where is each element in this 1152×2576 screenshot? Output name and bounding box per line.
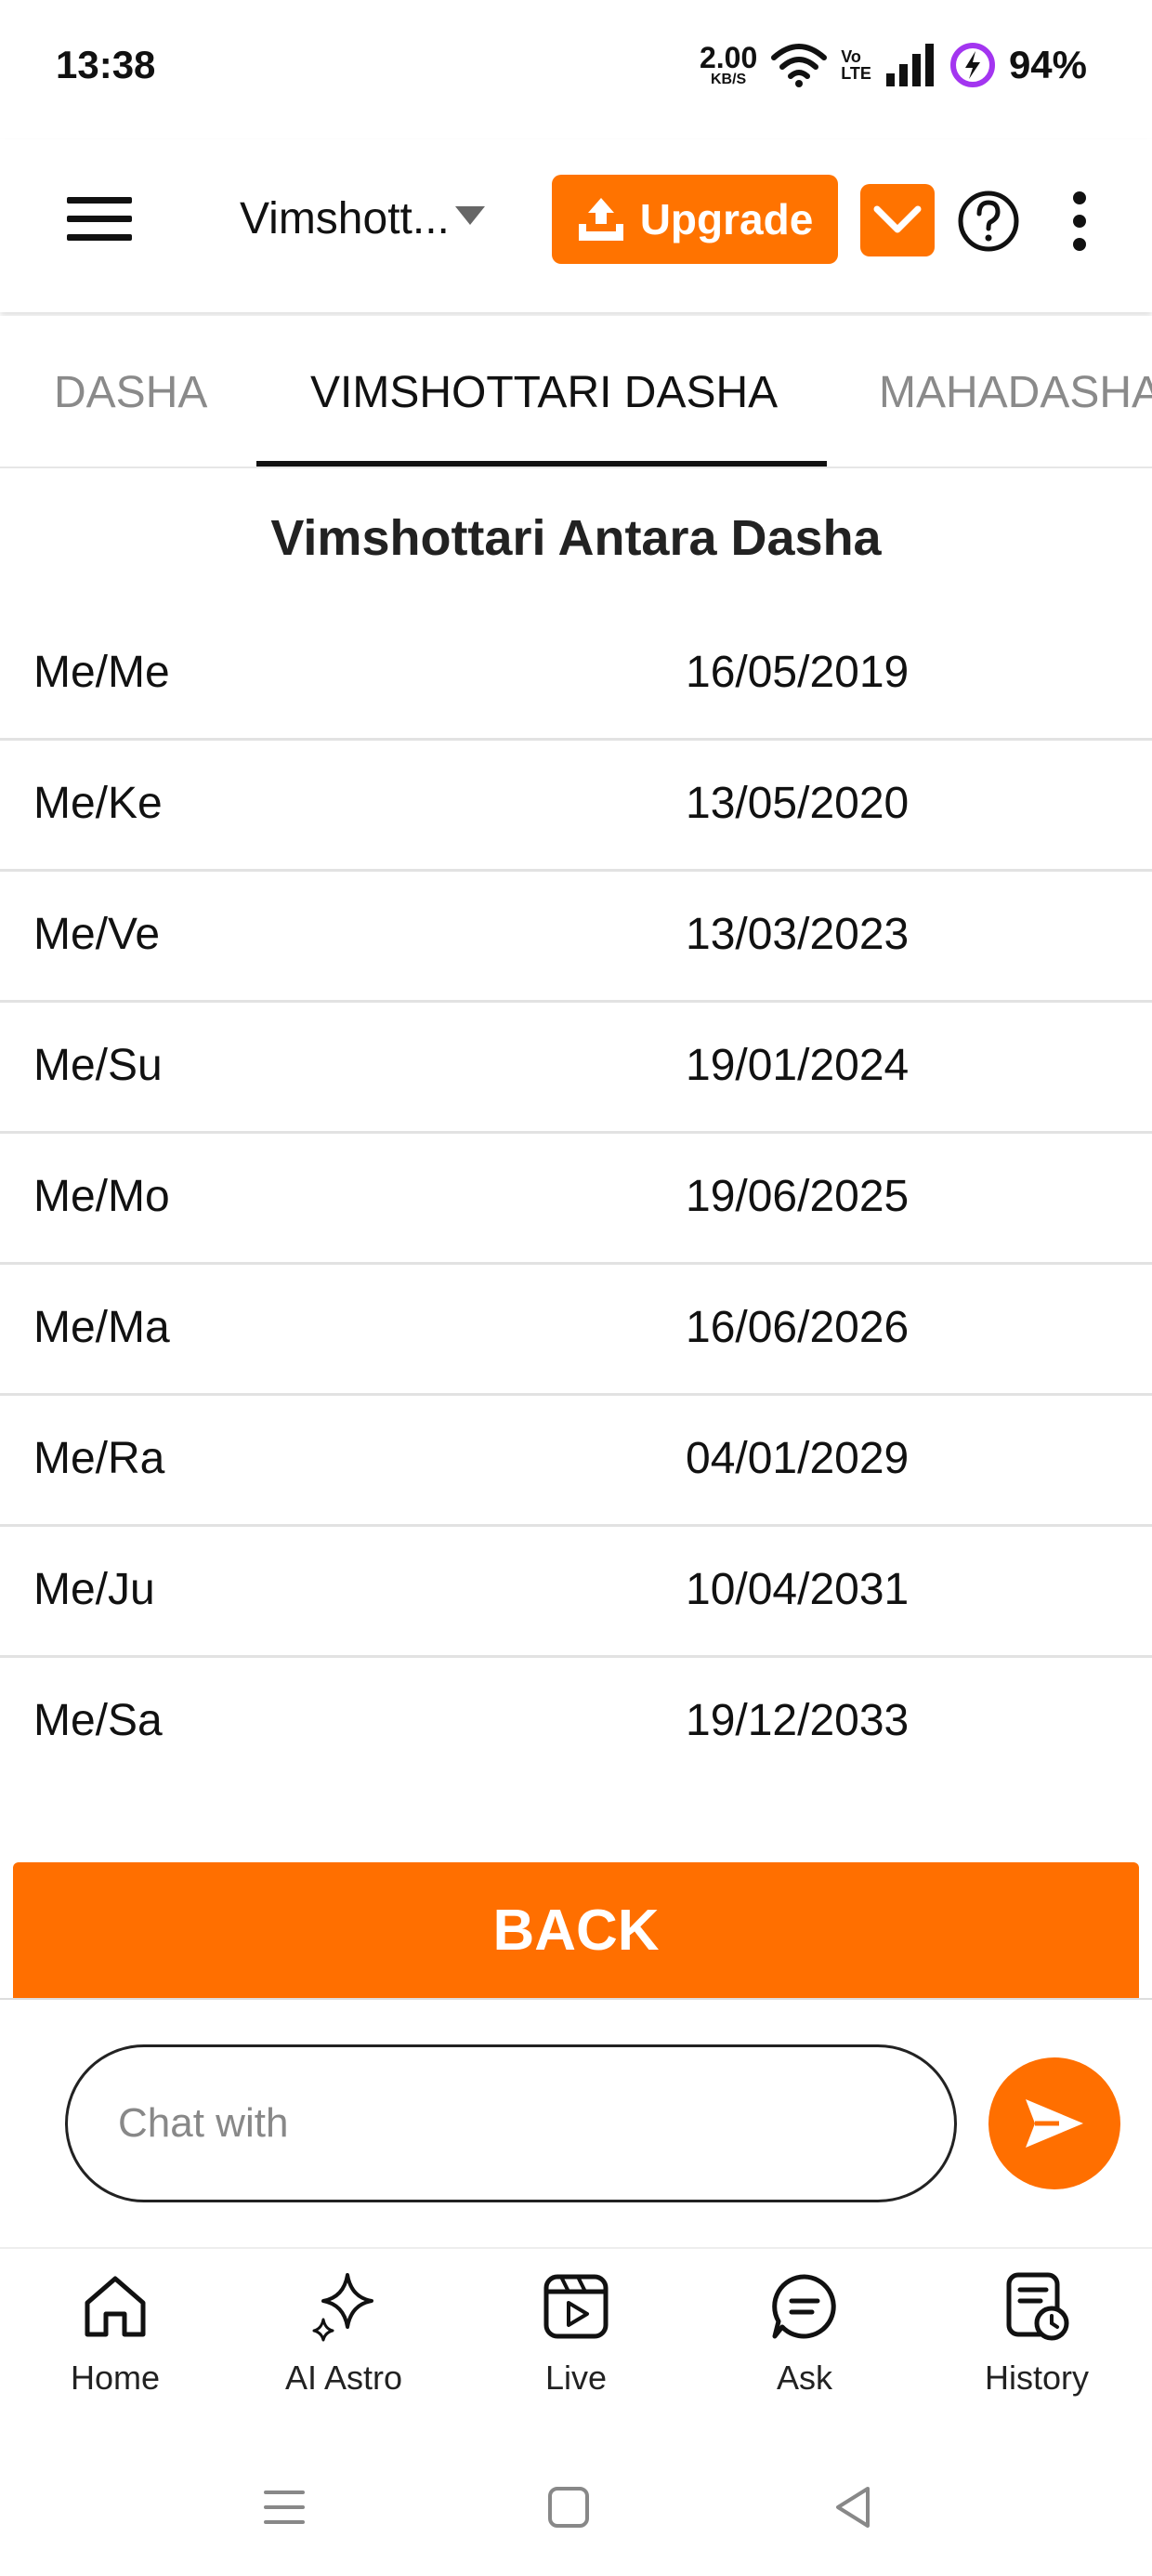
bottom-nav: Home AI Astro Live Ask History xyxy=(0,2251,1152,2437)
upload-tray-icon xyxy=(578,198,623,241)
row-planet: Me/Ke xyxy=(33,779,163,828)
tab-vimshottari-dasha[interactable]: VIMSHOTTARI DASHA xyxy=(310,316,778,467)
row-date: 19/01/2024 xyxy=(686,1041,910,1090)
list-item: Me/Su 19/01/2024 xyxy=(0,1003,1152,1134)
upgrade-label: Upgrade xyxy=(639,195,814,243)
row-date: 19/12/2033 xyxy=(686,1696,910,1745)
volte-indicator: Vo LTE xyxy=(841,48,871,82)
more-options-icon[interactable] xyxy=(1068,191,1091,251)
row-planet: Me/Ma xyxy=(33,1303,170,1352)
chat-input[interactable] xyxy=(65,2044,957,2202)
nav-home-label: Home xyxy=(70,2359,161,2397)
tab-mahadasha[interactable]: MAHADASHA xyxy=(879,316,1152,467)
list-item: Me/Ra 04/01/2029 xyxy=(0,1396,1152,1527)
wifi-icon xyxy=(771,44,828,87)
list-item: Me/Ju 10/04/2031 xyxy=(0,1527,1152,1658)
row-date: 04/01/2029 xyxy=(686,1434,910,1483)
network-speed-value: 2.00 xyxy=(699,41,758,74)
send-button[interactable] xyxy=(988,2057,1120,2189)
chat-area xyxy=(0,1998,1152,2249)
row-planet: Me/Mo xyxy=(33,1172,170,1221)
expand-button[interactable] xyxy=(860,184,935,256)
list-item: Me/Me 16/05/2019 xyxy=(0,610,1152,741)
status-icons: 2.00 KB/S Vo LTE 94% xyxy=(700,37,1087,93)
section-title: Vimshottari Antara Dasha xyxy=(270,510,882,566)
active-tab-indicator xyxy=(256,461,827,467)
status-time: 13:38 xyxy=(56,43,156,86)
nav-home[interactable]: Home xyxy=(22,2269,208,2398)
nav-ai-astro[interactable]: AI Astro xyxy=(251,2269,437,2398)
nav-history-label: History xyxy=(984,2359,1089,2397)
sparkle-icon xyxy=(312,2273,373,2342)
row-planet: Me/Su xyxy=(33,1041,163,1090)
list-item: Me/Mo 19/06/2025 xyxy=(0,1134,1152,1265)
tab-bar: DASHA VIMSHOTTARI DASHA MAHADASHA xyxy=(0,316,1152,468)
help-icon[interactable] xyxy=(957,190,1020,253)
back-system-icon[interactable] xyxy=(825,2479,881,2535)
volte-bottom: LTE xyxy=(841,64,871,83)
chat-bubble-icon xyxy=(772,2274,836,2339)
row-date: 19/06/2025 xyxy=(686,1172,910,1221)
list-item: Me/Ve 13/03/2023 xyxy=(0,872,1152,1003)
dasha-list: Me/Me 16/05/2019 Me/Ke 13/05/2020 Me/Ve … xyxy=(0,610,1152,1789)
network-speed-unit: KB/S xyxy=(711,72,747,87)
row-planet: Me/Ju xyxy=(33,1565,155,1614)
system-nav-bar xyxy=(0,2437,1152,2576)
battery-charging-icon xyxy=(949,43,995,87)
menu-icon[interactable] xyxy=(67,197,132,253)
recent-apps-icon[interactable] xyxy=(256,2479,312,2535)
row-planet: Me/Me xyxy=(33,648,170,697)
caret-down-icon xyxy=(454,205,485,225)
send-icon xyxy=(1026,2099,1083,2148)
row-planet: Me/Ra xyxy=(33,1434,165,1483)
nav-live[interactable]: Live xyxy=(483,2269,669,2398)
list-item: Me/Ma 16/06/2026 xyxy=(0,1265,1152,1396)
nav-live-label: Live xyxy=(544,2359,608,2397)
tab-dasha[interactable]: DASHA xyxy=(54,316,207,467)
row-date: 16/05/2019 xyxy=(686,648,910,697)
chevron-down-icon xyxy=(873,205,922,233)
volte-top: Vo xyxy=(841,47,861,66)
row-planet: Me/Sa xyxy=(33,1696,163,1745)
list-item: Me/Sa 19/12/2033 xyxy=(0,1658,1152,1789)
row-date: 16/06/2026 xyxy=(686,1303,910,1352)
history-icon xyxy=(1006,2272,1069,2341)
live-video-icon xyxy=(543,2274,609,2339)
nav-ask-label: Ask xyxy=(776,2359,832,2397)
signal-icon xyxy=(885,44,934,86)
network-speed: 2.00 KB/S xyxy=(700,43,757,87)
home-icon xyxy=(85,2276,146,2337)
list-item: Me/Ke 13/05/2020 xyxy=(0,741,1152,872)
status-bar: 13:38 2.00 KB/S Vo LTE 94% xyxy=(0,0,1152,139)
app-bar: Vimshott... Upgrade xyxy=(0,139,1152,312)
page-title: Vimshott... xyxy=(240,194,450,243)
nav-ai-astro-label: AI Astro xyxy=(284,2359,403,2397)
back-button[interactable]: BACK xyxy=(13,1862,1139,1998)
nav-history[interactable]: History xyxy=(944,2269,1130,2398)
home-system-icon[interactable] xyxy=(541,2479,596,2535)
row-date: 10/04/2031 xyxy=(686,1565,910,1614)
row-date: 13/05/2020 xyxy=(686,779,910,828)
row-date: 13/03/2023 xyxy=(686,910,910,959)
row-planet: Me/Ve xyxy=(33,910,161,959)
battery-percent: 94% xyxy=(1008,43,1087,86)
title-dropdown[interactable]: Vimshott... xyxy=(240,193,485,244)
upgrade-button[interactable]: Upgrade xyxy=(552,175,838,264)
nav-ask[interactable]: Ask xyxy=(712,2269,897,2398)
